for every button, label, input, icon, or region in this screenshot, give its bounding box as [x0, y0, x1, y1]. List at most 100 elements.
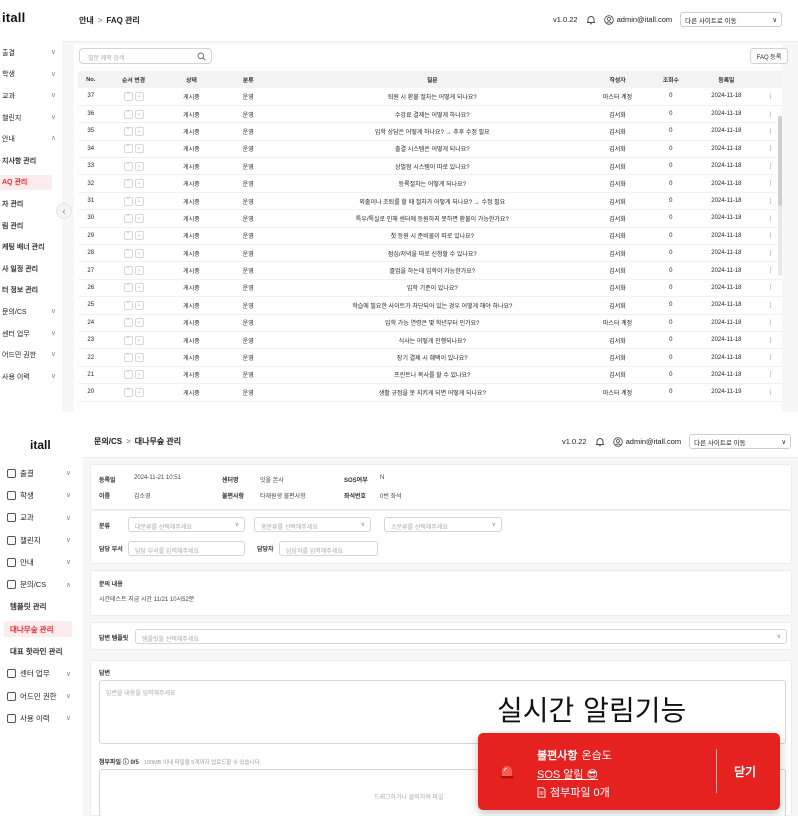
sidebar-item[interactable]: 안내 ∧ [0, 128, 62, 150]
move-up-button[interactable]: ⌃ [123, 370, 133, 380]
admin-account[interactable]: admin@itall.com [603, 14, 672, 25]
move-down-button[interactable]: ⌄ [134, 179, 144, 189]
table-row[interactable]: 35 ⌃ ⌄ 게시중 운영 입학 상담은 어떻게 하나요? → 추후 수정 필요 김서화 0 2… [78, 122, 782, 141]
table-row[interactable]: 28 ⌃ ⌄ 게시중 운영 점심/저녁을 따로 신청할 수 있나요? 김서화 0 2024-11… [78, 244, 782, 263]
move-down-button[interactable]: ⌄ [134, 91, 144, 101]
sidebar-item[interactable]: 안내 ∨ [0, 551, 83, 573]
sidebar-item[interactable]: 케팅 배너 관리 [0, 236, 62, 258]
move-up-button[interactable]: ⌃ [123, 231, 133, 241]
table-row[interactable]: 21 ⌃ ⌄ 게시중 운영 프린트나 복사를 할 수 있나요? 김서화 0 2024-11-18… [78, 366, 782, 385]
scrollbar[interactable] [778, 116, 782, 276]
sidebar-item[interactable]: 어드민 권한 ∨ [0, 344, 62, 366]
site-select[interactable]: 다른 사이트로 이동 ∨ [680, 12, 783, 27]
table-row[interactable]: 24 ⌃ ⌄ 게시중 운영 입학 가능 연령은 몇 학년부터 인가요? 마스터 계정 0 202… [78, 314, 782, 332]
move-down-button[interactable]: ⌄ [134, 300, 144, 310]
middle-category-select[interactable]: 중분류를 선택해주세요 ∨ [254, 517, 371, 532]
sidebar-item[interactable]: 터 정보 관리 [0, 280, 62, 302]
move-down-button[interactable]: ⌄ [134, 387, 144, 397]
move-down-button[interactable]: ⌄ [134, 213, 144, 223]
move-up-button[interactable]: ⌃ [123, 126, 133, 136]
more-options-icon[interactable]: ⋮ [758, 348, 782, 367]
move-up-button[interactable]: ⌃ [123, 109, 133, 119]
move-down-button[interactable]: ⌄ [134, 353, 144, 363]
sidebar-item[interactable]: 챌린지 ∨ [0, 529, 83, 551]
move-down-button[interactable]: ⌄ [134, 248, 144, 258]
sidebar-item[interactable]: 교과 ∨ [0, 85, 62, 107]
faq-register-button[interactable]: FAQ 등록 [750, 48, 788, 64]
move-up-button[interactable]: ⌃ [123, 196, 133, 206]
search-input[interactable]: 질문 제목 검색 [79, 48, 212, 64]
toast-close-button[interactable]: 닫기 [734, 763, 756, 780]
move-down-button[interactable]: ⌄ [134, 231, 144, 241]
sidebar-item[interactable]: 출결 ∨ [0, 462, 83, 484]
major-category-select[interactable]: 대분류를 선택해주세요 ∨ [128, 517, 245, 532]
table-row[interactable]: 32 ⌃ ⌄ 게시중 운영 등록절차는 어떻게 되나요? 김서화 0 2024-11-18 ⋮ [78, 174, 782, 193]
more-options-icon[interactable]: ⋮ [758, 314, 782, 332]
more-options-icon[interactable]: ⋮ [758, 383, 782, 402]
help-icon[interactable]: ⓘ [123, 760, 129, 766]
table-row[interactable]: 33 ⌃ ⌄ 게시중 운영 상벌점 시스템이 따로 있나요? 김서화 0 2024-11-18 ⋮ [78, 157, 782, 176]
table-row[interactable]: 34 ⌃ ⌄ 게시중 운영 출결 시스템은 어떻게 되나요? 김서화 0 2024-11-18 ⋮ [78, 140, 782, 159]
move-down-button[interactable]: ⌄ [134, 161, 144, 171]
move-down-button[interactable]: ⌄ [134, 318, 144, 328]
template-select[interactable]: 템플릿을 선택해주세요 ∨ [135, 629, 787, 644]
move-up-button[interactable]: ⌃ [123, 179, 133, 189]
move-up-button[interactable]: ⌃ [123, 91, 133, 101]
table-row[interactable]: 20 ⌃ ⌄ 게시중 운영 생활 규정을 못 지키게 되면 어떻게 되나요? 마스터 계정 0… [78, 383, 782, 402]
sidebar-item[interactable]: 챌린지 ∨ [0, 107, 62, 129]
move-up-button[interactable]: ⌃ [123, 248, 133, 258]
sidebar-item[interactable]: 학생 ∨ [0, 484, 83, 506]
more-options-icon[interactable]: ⋮ [758, 331, 782, 350]
move-up-button[interactable]: ⌃ [123, 353, 133, 363]
site-select[interactable]: 다른 사이트로 이동 ∨ [689, 434, 792, 449]
breadcrumb-parent[interactable]: 문의/CS [94, 437, 122, 446]
table-row[interactable]: 26 ⌃ ⌄ 게시중 운영 입학 기준이 있나요? 김서화 0 2024-11-18 ⋮ [78, 279, 782, 298]
table-row[interactable]: 22 ⌃ ⌄ 게시중 운영 장기 결제 시 혜택이 있나요? 김서화 0 2024-11-18 ⋮ [78, 348, 782, 367]
move-down-button[interactable]: ⌄ [134, 266, 144, 276]
sidebar-item[interactable]: 어드민 권한 ∨ [0, 685, 83, 707]
move-down-button[interactable]: ⌄ [134, 335, 144, 345]
sos-alert-link[interactable]: SOS 알림 😎 [537, 766, 598, 782]
sidebar-item[interactable]: 센터 업무 ∨ [0, 323, 62, 345]
table-row[interactable]: 31 ⌃ ⌄ 게시중 운영 외출이나 조퇴를 할 때 절차가 어떻게 되나요? → 수정 … [78, 192, 782, 211]
move-down-button[interactable]: ⌄ [134, 126, 144, 136]
scrollbar-thumb[interactable] [778, 116, 782, 206]
move-down-button[interactable]: ⌄ [134, 109, 144, 119]
move-up-button[interactable]: ⌃ [123, 318, 133, 328]
move-up-button[interactable]: ⌃ [123, 213, 133, 223]
sidebar-item[interactable]: 템플릿 관리 [0, 596, 83, 618]
move-up-button[interactable]: ⌃ [123, 387, 133, 397]
move-up-button[interactable]: ⌃ [123, 144, 133, 154]
sidebar-item[interactable]: 대나무숲 관리 [0, 618, 83, 640]
move-up-button[interactable]: ⌃ [123, 283, 133, 293]
more-options-icon[interactable]: ⋮ [758, 88, 782, 106]
sidebar-item[interactable]: 센터 업무 ∨ [0, 663, 83, 685]
move-down-button[interactable]: ⌄ [134, 196, 144, 206]
sidebar-item[interactable]: 사용 이력 ∨ [0, 366, 62, 388]
sidebar-item[interactable]: 대표 핫라인 관리 [0, 640, 83, 662]
sidebar-item[interactable]: 자 관리 [0, 193, 62, 215]
table-row[interactable]: 25 ⌃ ⌄ 게시중 운영 학습에 필요한 사이트가 차단되어 있는 경우 어떻게 해야 … [78, 296, 782, 315]
collapse-sidebar-button[interactable]: ‹ [56, 203, 72, 219]
more-options-icon[interactable]: ⋮ [758, 296, 782, 315]
table-row[interactable]: 27 ⌃ ⌄ 게시중 운영 졸업을 하는데 입학이 가능한가요? 김서화 0 2024-11-1… [78, 261, 782, 280]
more-options-icon[interactable]: ⋮ [758, 279, 782, 298]
table-row[interactable]: 29 ⌃ ⌄ 게시중 운영 첫 등원 시 준비물이 따로 있나요? 김서화 0 2024-11-… [78, 227, 782, 246]
move-up-button[interactable]: ⌃ [123, 266, 133, 276]
sidebar-item[interactable]: 사용 이력 ∨ [0, 707, 83, 729]
move-down-button[interactable]: ⌄ [134, 283, 144, 293]
sidebar-item[interactable]: 문의/CS ∧ [0, 573, 83, 595]
sidebar-item[interactable]: 교과 ∨ [0, 507, 83, 529]
person-input[interactable]: 담당자를 입력해주세요 [279, 541, 378, 556]
bell-icon[interactable] [586, 15, 596, 25]
sidebar-item[interactable]: 학생 ∨ [0, 64, 62, 86]
table-row[interactable]: 23 ⌃ ⌄ 게시중 운영 식사는 어떻게 진행되나요? 김서화 0 2024-11-18 ⋮ [78, 331, 782, 350]
table-row[interactable]: 37 ⌃ ⌄ 게시중 운영 퇴원 시 환불 절차는 어떻게 되나요? 마스터 계정 0 2024… [78, 88, 782, 106]
sidebar-item[interactable]: 문의/CS ∨ [0, 301, 62, 323]
bell-icon[interactable] [595, 437, 605, 447]
move-down-button[interactable]: ⌄ [134, 144, 144, 154]
table-row[interactable]: 36 ⌃ ⌄ 게시중 운영 수강료 결제는 어떻게 하나요? 김서화 0 2024-11-18 ⋮ [78, 105, 782, 124]
dept-input[interactable]: 담당 부서를 입력해주세요 [128, 541, 245, 556]
move-up-button[interactable]: ⌃ [123, 335, 133, 345]
move-up-button[interactable]: ⌃ [123, 161, 133, 171]
